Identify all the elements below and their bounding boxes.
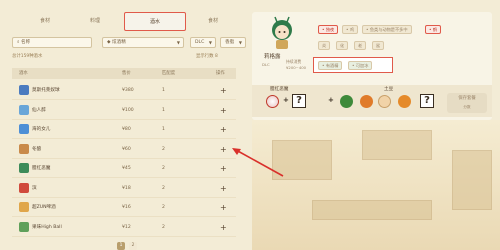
drink-price: ¥16 — [122, 205, 131, 210]
drink-match: 2 — [162, 166, 165, 171]
drink-name: 滨 — [32, 185, 37, 191]
chevron-down-icon: ▼ — [238, 40, 242, 45]
add-drink-button[interactable]: + — [220, 120, 227, 139]
tab-dishes[interactable]: 料理 — [80, 12, 110, 31]
add-drink-button[interactable]: + — [220, 140, 227, 159]
page-2-button[interactable]: 2 — [129, 242, 137, 250]
drink-icon — [19, 163, 29, 173]
drink-price: ¥12 — [122, 224, 131, 230]
empty-slot[interactable]: ? — [420, 94, 434, 108]
dlc-select[interactable]: DLC ▼ — [190, 37, 216, 48]
drink-price: ¥45 — [122, 166, 131, 171]
drink-tag-chip[interactable]: • 可加冰 — [348, 61, 373, 70]
ingredient-dish-icon[interactable] — [378, 95, 391, 108]
selected-drink-name: 腊红恶魔 — [270, 87, 289, 92]
ingredient-orange-icon[interactable] — [398, 95, 411, 108]
tag-filter-select[interactable]: ◆ 炫酒精 ▼ — [102, 37, 184, 48]
drink-price: ¥80 — [122, 127, 131, 132]
add-drink-button[interactable]: + — [220, 218, 227, 237]
chevron-down-icon: ▼ — [208, 40, 212, 45]
table-row: 超ZUN啤酒 ¥16 2 + — [12, 198, 236, 217]
main-food-name: 土豆 — [384, 87, 394, 92]
drink-slot-icon[interactable] — [266, 95, 279, 108]
drink-icon — [19, 85, 29, 95]
drink-price: ¥18 — [122, 185, 131, 191]
tag-chip[interactable]: 老 — [354, 41, 367, 50]
ingredient-watermelon-icon[interactable] — [340, 95, 353, 108]
character-dlc: DLC — [262, 62, 270, 67]
tab-ingredients[interactable]: 食材 — [30, 12, 60, 31]
drink-match: 2 — [162, 185, 165, 191]
drink-price: ¥100 — [122, 107, 134, 113]
drink-price: ¥380 — [122, 88, 134, 93]
drink-match: 1 — [162, 107, 165, 113]
tag-chip-selected[interactable]: • 独夜 — [318, 25, 339, 34]
sort-select[interactable]: 香脂 ▼ — [220, 37, 246, 48]
drink-icon — [19, 104, 29, 115]
drink-icon — [19, 182, 29, 193]
tag-chip[interactable]: 炎 — [318, 41, 331, 50]
chevron-down-icon: ▼ — [176, 40, 180, 45]
table-row: 莫斯托莱奴球 ¥380 1 + — [12, 81, 236, 100]
drink-price: ¥60 — [122, 146, 131, 152]
drink-icon — [19, 124, 29, 134]
character-name: 莉格露 — [264, 54, 281, 60]
drink-name: 超ZUN啤酒 — [32, 205, 56, 210]
tab-drinks[interactable]: 酒水 — [124, 12, 186, 31]
drink-tag-chip[interactable]: • 有酒精 — [318, 61, 343, 70]
table-header: 酒水 售价 匹配度 操作 — [12, 68, 236, 79]
drink-match: 1 — [162, 88, 165, 93]
character-budget: ¥200~400 — [286, 65, 307, 70]
header-price: 售价 — [122, 71, 131, 76]
add-drink-button[interactable]: + — [220, 81, 227, 100]
drink-name: 冬酿 — [32, 146, 42, 152]
add-drink-button[interactable]: + — [220, 198, 227, 217]
drink-name: 果味High Ball — [32, 224, 62, 230]
table-row: 冬酿 ¥60 2 + — [12, 140, 236, 159]
add-drink-button[interactable]: + — [220, 179, 227, 198]
tag-chip-selected[interactable]: • 鹤 — [425, 25, 442, 34]
page-1-button[interactable]: 1 — [117, 242, 125, 250]
tab-bar: 食材 料理 酒水 食材 — [0, 12, 258, 31]
character-avatar — [272, 16, 292, 49]
drink-name: 莫斯托莱奴球 — [32, 88, 60, 93]
plus-icon: + — [283, 96, 289, 104]
drink-name: 仙人醉 — [32, 107, 46, 113]
add-drink-button[interactable]: + — [220, 159, 227, 178]
drink-match: 2 — [162, 224, 165, 230]
rows-per-page[interactable]: 显示行数 8 — [196, 53, 218, 59]
save-recipe-button[interactable]: 保存套餐 分数 — [447, 93, 487, 113]
tag-chip[interactable]: • 鸡 — [342, 25, 359, 34]
drink-name: 海的女儿 — [32, 127, 51, 132]
table-row: 滨 ¥18 2 + — [12, 179, 236, 198]
empty-slot[interactable]: ? — [292, 94, 306, 108]
annotation-arrow — [232, 148, 284, 177]
drink-icon — [19, 143, 29, 154]
drink-match: 2 — [162, 205, 165, 210]
header-drink: 酒水 — [19, 71, 28, 76]
plus-icon: + — [328, 96, 334, 104]
drink-name: 腊红恶魔 — [32, 166, 51, 171]
drink-count: 总计159种酒水 — [12, 54, 43, 59]
ingredient-pumpkin-icon[interactable] — [360, 95, 373, 108]
tab-ingredients-2[interactable]: 食材 — [198, 12, 228, 31]
drink-icon — [19, 221, 29, 232]
table-row: 海的女儿 ¥80 1 + — [12, 120, 236, 139]
table-row: 果味High Ball ¥12 2 + — [12, 218, 236, 237]
tag-chip[interactable]: • 鱼类与动物是不多中 — [362, 25, 412, 34]
header-match: 匹配度 — [162, 71, 176, 76]
drink-match: 1 — [162, 127, 165, 132]
search-input[interactable]: ⌕ 名称 — [12, 37, 92, 48]
add-drink-button[interactable]: + — [220, 101, 227, 120]
restaurant-scene — [252, 120, 500, 250]
drink-icon — [19, 202, 29, 212]
tag-chip[interactable]: 鲨 — [372, 41, 385, 50]
drink-match: 2 — [162, 146, 165, 152]
table-row: 腊红恶魔 ¥45 2 + — [12, 159, 236, 178]
tag-chip[interactable]: 化 — [336, 41, 349, 50]
table-row: 仙人醉 ¥100 1 + — [12, 101, 236, 120]
header-action: 操作 — [216, 71, 225, 76]
